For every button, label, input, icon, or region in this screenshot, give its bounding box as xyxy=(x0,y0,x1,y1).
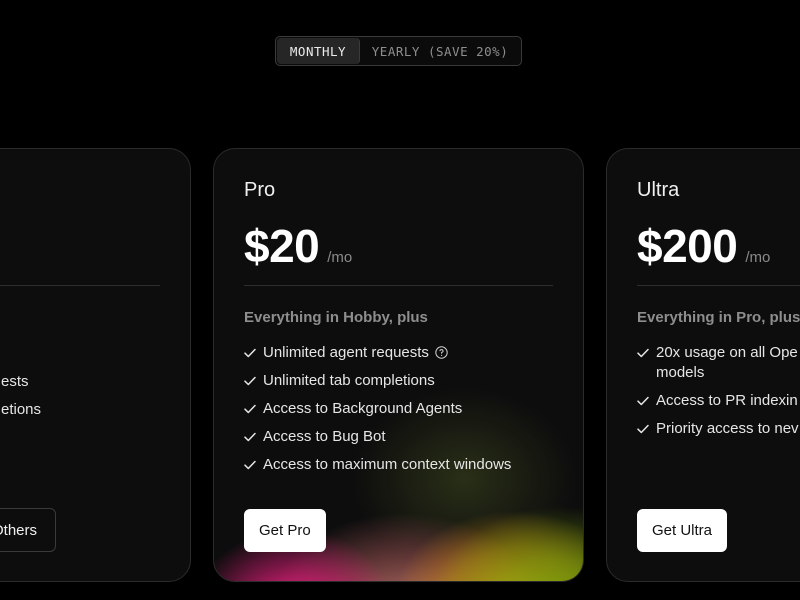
plan-name: Pro xyxy=(244,179,276,201)
feature-list: 20x usage on all Ope models Access to PR… xyxy=(637,343,800,447)
list-item: Priority access to nev xyxy=(637,419,800,439)
price-period: /mo xyxy=(327,249,353,266)
get-pro-button[interactable]: Get Pro xyxy=(244,509,326,552)
list-item: Access to PR indexin xyxy=(637,391,800,411)
check-icon xyxy=(637,343,649,363)
question-circle-icon[interactable] xyxy=(435,346,448,359)
check-icon xyxy=(637,391,649,411)
check-icon xyxy=(244,399,256,419)
get-ultra-button[interactable]: Get Ultra xyxy=(637,509,728,552)
list-item: 20x usage on all Ope models xyxy=(637,343,800,383)
feature-list: Unlimited agent requests Unlimited tab c… xyxy=(244,343,511,483)
price-divider xyxy=(0,285,160,286)
plan-card-pro: Pro $20 /mo Everything in Hobby, plus Un… xyxy=(213,148,584,582)
plan-price: $200 xyxy=(637,220,738,272)
feature-text: 20x usage on all Ope models xyxy=(656,344,798,381)
features-heading: Everything in Pro, plus xyxy=(637,309,800,326)
price-divider xyxy=(244,285,553,286)
price-row: $200 /mo xyxy=(637,219,770,273)
list-item: Access to Background Agents xyxy=(244,399,511,419)
hobby-feature-partial: etions xyxy=(1,401,42,418)
feature-text: Access to Background Agents xyxy=(263,400,463,417)
check-icon xyxy=(244,371,256,391)
feature-text: Unlimited agent requests xyxy=(263,344,429,361)
price-row: $20 /mo xyxy=(244,219,352,273)
plan-price: $20 xyxy=(244,220,320,272)
feature-text: Unlimited tab completions xyxy=(263,372,435,389)
list-item: Unlimited tab completions xyxy=(244,371,511,391)
feature-text: Access to PR indexin xyxy=(656,392,798,409)
check-icon xyxy=(244,343,256,363)
plan-card-hobby: ests etions Others xyxy=(0,148,191,582)
hobby-cta-label: Others xyxy=(0,521,38,539)
check-icon xyxy=(244,427,256,447)
price-divider xyxy=(637,285,800,286)
feature-text: Access to Bug Bot xyxy=(263,428,386,445)
hobby-feature-partial: ests xyxy=(1,373,29,390)
plan-name: Ultra xyxy=(637,179,680,201)
plan-card-ultra: Ultra $200 /mo Everything in Pro, plus 2… xyxy=(606,148,800,582)
check-icon xyxy=(244,455,256,475)
check-icon xyxy=(637,419,649,439)
price-period: /mo xyxy=(745,249,771,266)
features-heading: Everything in Hobby, plus xyxy=(244,309,428,326)
list-item: Access to maximum context windows xyxy=(244,455,511,475)
list-item: Unlimited agent requests xyxy=(244,343,511,363)
billing-yearly-option[interactable]: YEARLY (SAVE 20%) xyxy=(360,38,520,64)
feature-text: Access to maximum context windows xyxy=(263,456,512,473)
feature-text: Priority access to nev xyxy=(656,420,799,437)
pricing-page: MONTHLY YEARLY (SAVE 20%) ests etions Ot… xyxy=(0,0,800,600)
billing-toggle: MONTHLY YEARLY (SAVE 20%) xyxy=(275,36,522,66)
billing-monthly-option[interactable]: MONTHLY xyxy=(277,38,360,64)
list-item: Access to Bug Bot xyxy=(244,427,511,447)
hobby-others-button[interactable]: Others xyxy=(0,508,57,552)
